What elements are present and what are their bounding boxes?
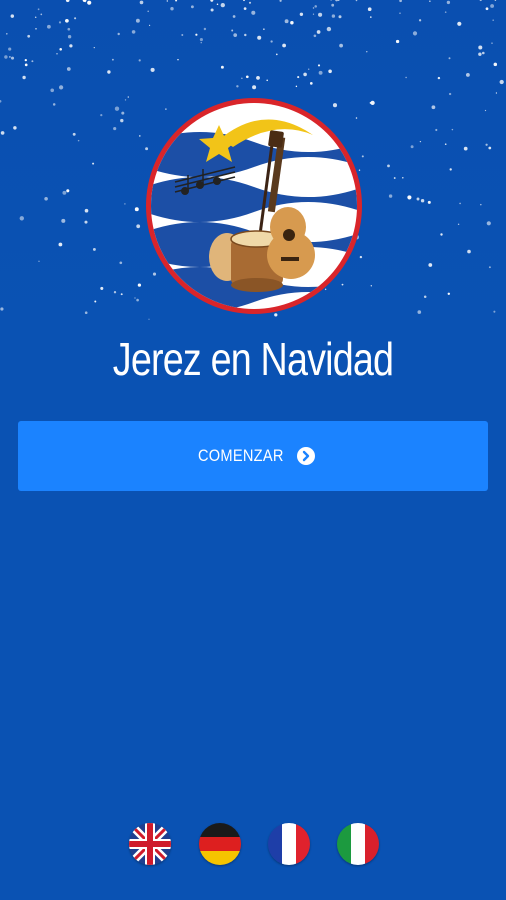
france-flag-icon[interactable] (268, 823, 310, 865)
app-logo (145, 97, 363, 315)
italy-flag-icon[interactable] (337, 823, 379, 865)
language-selector (0, 823, 506, 867)
app-title: Jerez en Navidad (112, 333, 394, 385)
uk-flag-icon[interactable] (129, 823, 171, 865)
start-button-label: COMENZAR (198, 446, 284, 465)
chevron-right-circle-icon (296, 447, 315, 465)
start-button[interactable]: COMENZAR (18, 421, 488, 491)
germany-flag-icon[interactable] (199, 823, 241, 865)
